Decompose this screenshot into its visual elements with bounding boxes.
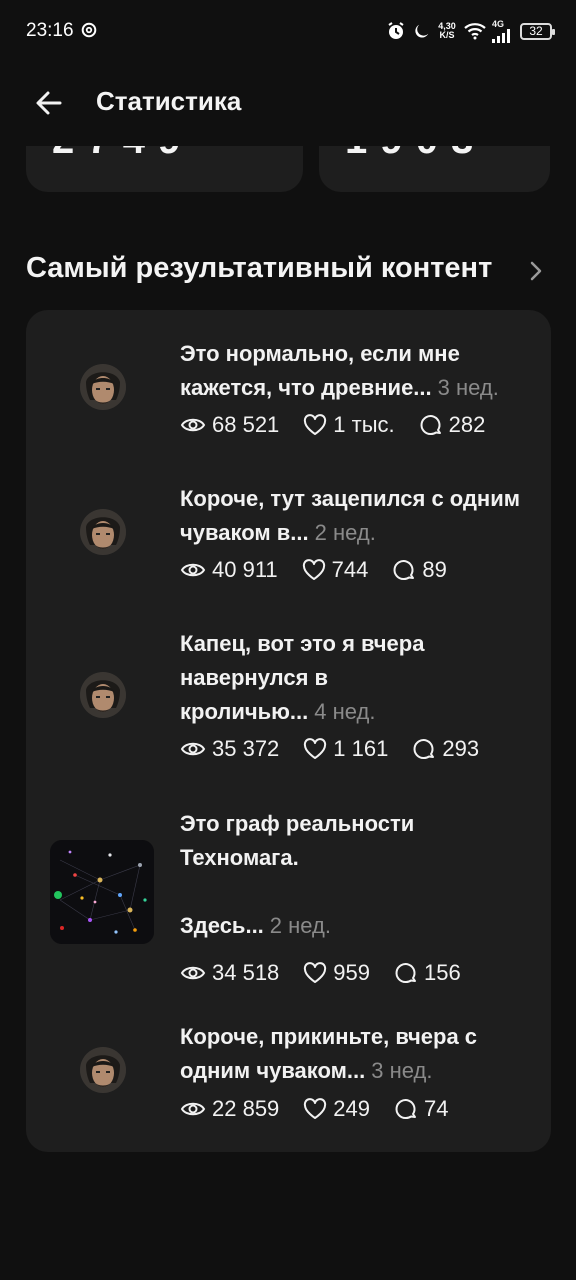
comment-icon [393,560,415,581]
likes-stat: 959 [303,960,370,986]
views-stat: 35 372 [180,736,279,762]
post-stats: 68 521 1 тыс. 282 [180,410,485,440]
eye-icon [180,966,206,980]
likes-stat: 1 161 [303,736,388,762]
page-title: Статистика [96,86,242,116]
arrow-left-icon[interactable] [32,86,66,120]
views-stat: 68 521 [180,412,279,438]
list-item[interactable]: Короче, тут зацепился с одним чуваком в.… [26,455,551,600]
status-bar: 23:16 4,30 K/S 4G 32 [0,0,576,62]
views-stat: 22 859 [180,1096,279,1122]
eye-icon [180,418,206,432]
chevron-right-icon[interactable] [528,260,544,282]
top-content-list: Это нормально, если мне кажется, что дре… [26,310,551,1152]
section-title[interactable]: Самый результативный контент [26,252,492,285]
eye-icon [180,1102,206,1116]
post-text: Короче, тут зацепился с одним чуваком в.… [180,486,521,545]
likes-stat: 744 [302,557,368,583]
post-stats: 40 911 744 89 [180,555,447,585]
status-time: 23:16 [26,20,74,41]
eye-icon [180,563,206,577]
comments-stat: 282 [419,412,485,438]
post-stats: 22 859 249 74 [180,1094,449,1124]
list-item[interactable]: Короче, прикиньте, вчера с одним чуваком… [26,995,551,1152]
wifi-icon [464,23,486,40]
heart-icon [302,559,325,580]
post-text: Капец, вот это я вчера навернулся в крол… [180,631,425,724]
post-age: 4 нед. [314,699,376,724]
comment-icon [413,739,435,760]
comment-icon [395,963,417,984]
signal-icon [492,28,510,43]
post-age: 2 нед. [269,913,331,938]
avatar [80,509,126,555]
views-stat: 34 518 [180,960,279,986]
post-text-continued: Здесь... 2 нед. [180,913,331,938]
status-icons: 4,30 K/S 4G 32 [386,17,555,45]
list-item[interactable]: Капец, вот это я вчера навернулся в крол… [26,600,551,780]
likes-stat: 1 тыс. [303,412,395,438]
post-text: Короче, прикиньте, вчера с одним чуваком… [180,1024,478,1083]
comments-stat: 74 [394,1096,449,1122]
post-age: 3 нед. [371,1058,433,1083]
post-age: 3 нед. [437,375,499,400]
comments-stat: 293 [412,736,479,762]
comments-stat: 89 [392,557,447,583]
post-text: Это нормально, если мне кажется, что дре… [180,341,499,400]
post-text: Это граф реальности Техномага. [180,811,415,870]
post-stats: 34 518 959 156 [180,958,461,988]
avatar [80,1047,126,1093]
avatar [80,364,126,410]
heart-icon [304,738,327,759]
heart-icon [304,962,327,983]
avatar [80,672,126,718]
app-header: Статистика [0,62,576,146]
graph-image [50,840,154,944]
cellular-signal: 4G [492,19,514,43]
list-item[interactable]: Это граф реальности Техномага. Здесь... 2… [26,780,551,995]
comment-icon [420,415,441,436]
graph-thumbnail [50,840,154,944]
threads-icon [81,22,97,38]
comments-stat: 156 [394,960,461,986]
net-speed: 4,30 K/S [438,21,456,40]
heart-icon [304,414,327,435]
heart-icon [304,1098,327,1119]
views-stat: 40 911 [180,557,278,583]
moon-icon [415,24,429,38]
comment-icon [395,1099,417,1120]
battery-indicator: 32 [520,22,555,40]
post-age: 2 нед. [314,520,376,545]
post-stats: 35 372 1 161 293 [180,734,479,764]
list-item[interactable]: Это нормально, если мне кажется, что дре… [26,310,551,455]
alarm-icon [388,22,404,39]
likes-stat: 249 [303,1096,370,1122]
eye-icon [180,742,206,756]
